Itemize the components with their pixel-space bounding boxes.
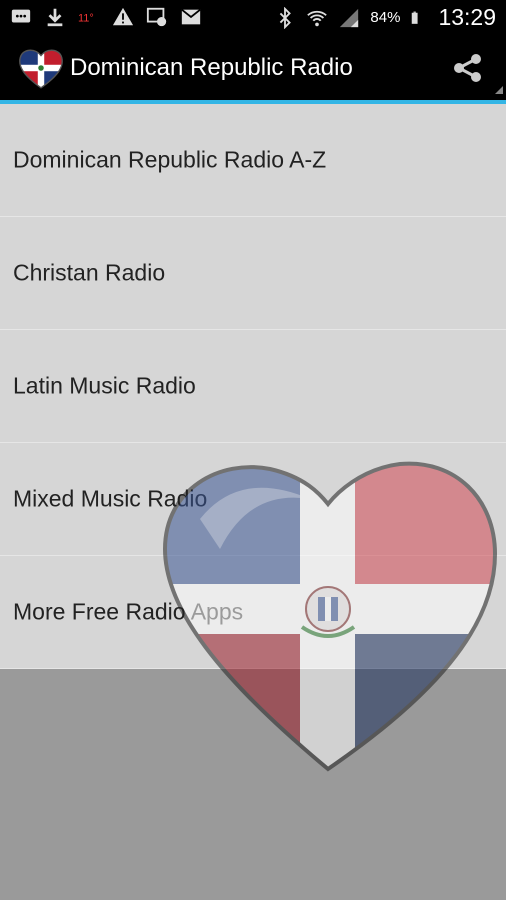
app-title: Dominican Republic Radio xyxy=(70,54,353,81)
message-icon xyxy=(11,9,31,23)
svg-text:11°: 11° xyxy=(78,13,94,25)
menu-item-more-free-radio-apps[interactable]: More Free Radio Apps xyxy=(0,556,506,669)
download-icon xyxy=(47,8,63,27)
menu-item-radio-a-z[interactable]: Dominican Republic Radio A-Z xyxy=(0,104,506,217)
battery-icon xyxy=(412,11,419,24)
dominican-flag-heart-icon[interactable] xyxy=(18,47,64,89)
warning-icon xyxy=(112,7,134,26)
menu-item-label: More Free Radio Apps xyxy=(13,598,244,625)
notification-icon xyxy=(146,7,167,27)
clock: 13:29 xyxy=(438,4,496,30)
menu-item-label: Dominican Republic Radio A-Z xyxy=(13,146,327,173)
menu-item-latin-music-radio[interactable]: Latin Music Radio xyxy=(0,330,506,443)
status-bar: 11° 84% 13:29 xyxy=(0,0,506,36)
app-bar: Dominican Republic Radio xyxy=(0,36,506,104)
mail-icon xyxy=(181,8,201,25)
overflow-indicator-icon xyxy=(495,86,503,94)
menu-list: Dominican Republic Radio A-Z Christan Ra… xyxy=(0,104,506,669)
thermometer-icon: 11° xyxy=(78,13,94,25)
menu-item-mixed-music-radio[interactable]: Mixed Music Radio xyxy=(0,443,506,556)
menu-item-label: Mixed Music Radio xyxy=(13,485,208,512)
status-system: 84% 13:29 xyxy=(274,4,496,31)
status-notifications: 11° xyxy=(10,6,202,28)
share-button[interactable] xyxy=(450,50,486,86)
main-content: Dominican Republic Radio A-Z Christan Ra… xyxy=(0,104,506,900)
battery-percent: 84% xyxy=(370,9,401,26)
wifi-icon xyxy=(307,10,328,26)
share-icon xyxy=(454,54,481,82)
menu-item-christan-radio[interactable]: Christan Radio xyxy=(0,217,506,330)
menu-item-label: Latin Music Radio xyxy=(13,372,196,399)
menu-item-label: Christan Radio xyxy=(13,259,166,286)
bluetooth-icon xyxy=(280,6,292,29)
signal-icon xyxy=(340,8,359,27)
